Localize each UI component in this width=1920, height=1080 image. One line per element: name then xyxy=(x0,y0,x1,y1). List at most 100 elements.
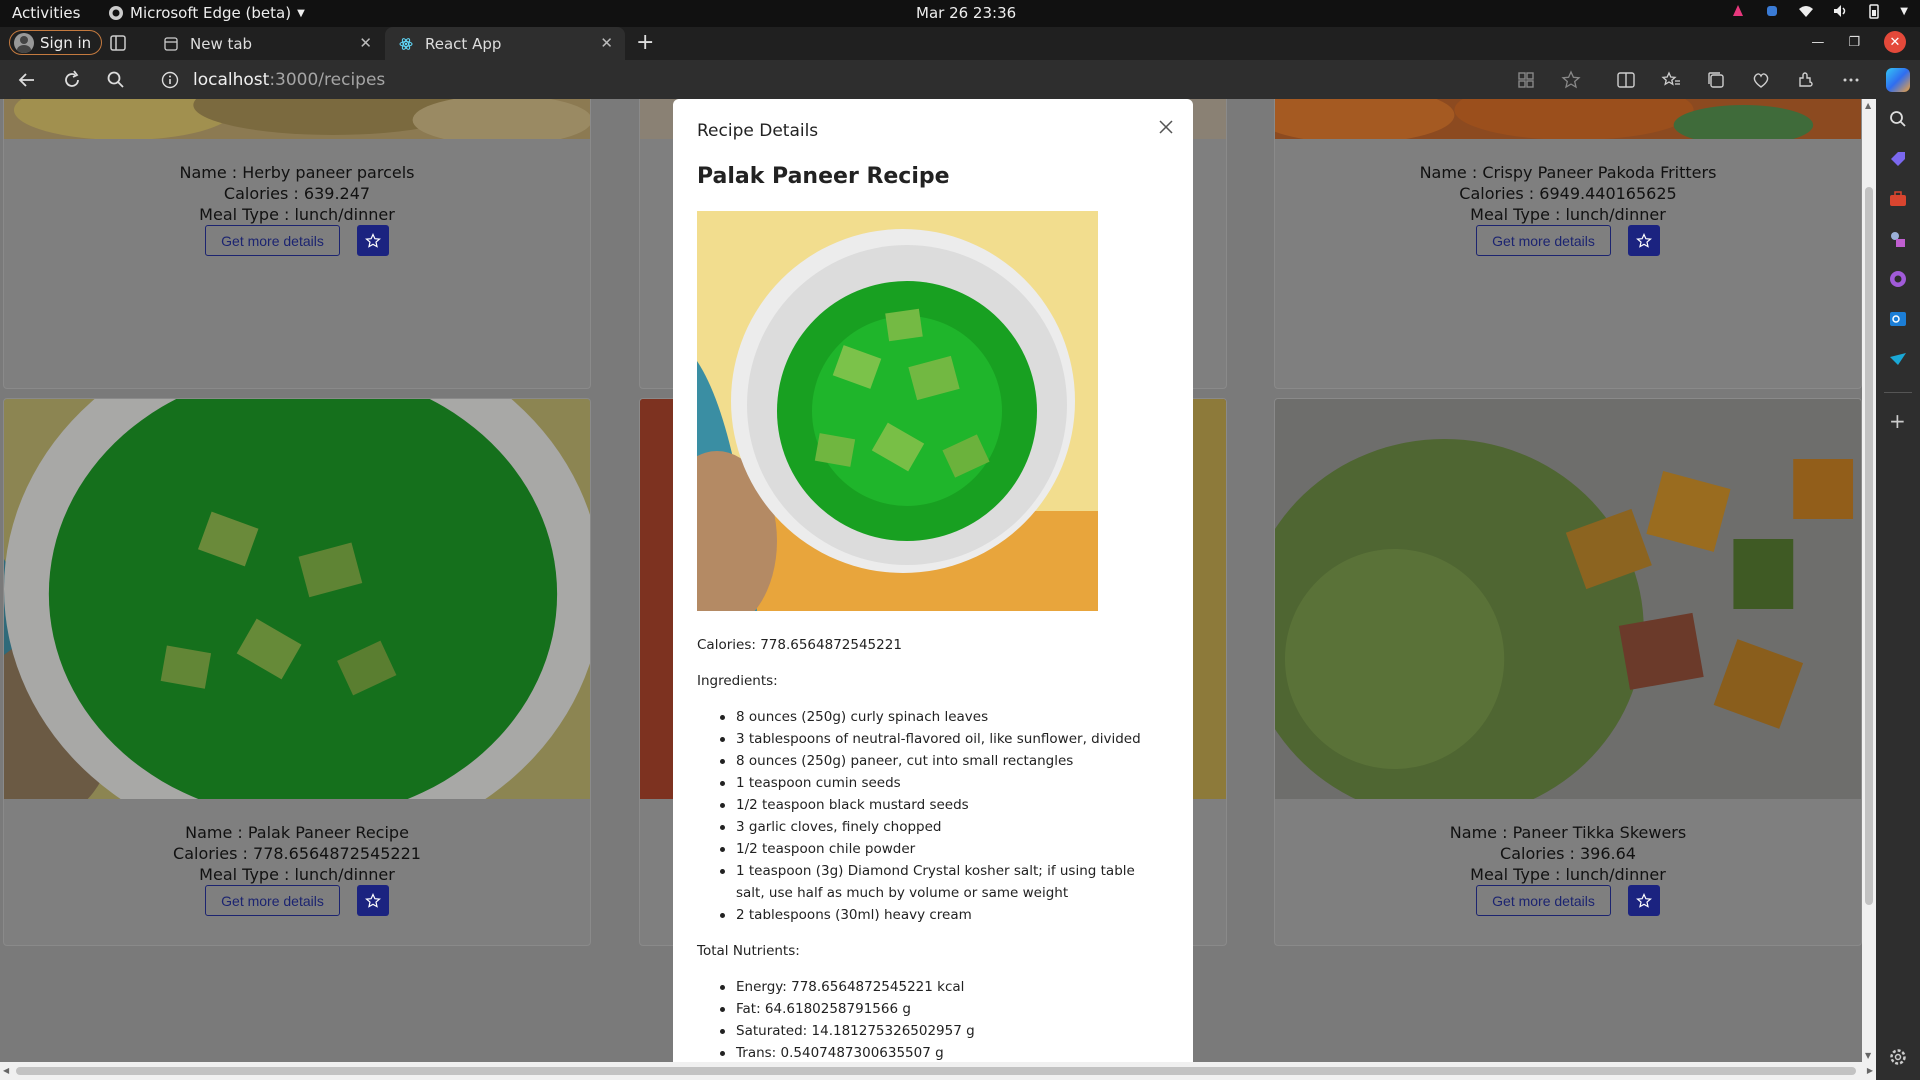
close-window-icon[interactable]: ✕ xyxy=(1884,31,1906,53)
tab-react-app[interactable]: React App ✕ xyxy=(385,27,625,60)
card-actions: Get more details xyxy=(1275,885,1861,916)
recipe-title: Palak Paneer Recipe xyxy=(697,164,950,189)
system-top-bar: Activities Microsoft Edge (beta) ▼ Mar 2… xyxy=(0,0,1920,27)
modal-title: Recipe Details xyxy=(697,121,819,141)
get-more-details-button[interactable]: Get more details xyxy=(1476,885,1611,916)
recipe-calories: Calories : 6949.440165625 xyxy=(1459,184,1677,203)
tools-icon[interactable] xyxy=(1888,189,1908,209)
ingredient-item: 3 garlic cloves, finely chopped xyxy=(720,816,1167,838)
search-icon[interactable] xyxy=(105,69,127,91)
recipe-calories: Calories: 778.6564872545221 xyxy=(697,637,902,653)
url-path: :3000/recipes xyxy=(269,69,386,90)
close-tab-icon[interactable]: ✕ xyxy=(600,34,613,52)
tab-actions-icon[interactable] xyxy=(108,33,128,53)
recipe-meal-type: Meal Type : lunch/dinner xyxy=(199,865,395,884)
collections-icon[interactable] xyxy=(1706,70,1726,90)
games-icon[interactable] xyxy=(1888,229,1908,249)
microsoft-365-icon[interactable] xyxy=(1888,269,1908,289)
address-bar[interactable]: localhost:3000/recipes xyxy=(147,63,1249,96)
tab-label: New tab xyxy=(190,34,253,53)
favorite-button[interactable] xyxy=(1627,225,1660,256)
outlook-icon[interactable] xyxy=(1888,309,1908,329)
recipe-info: Name : Palak Paneer Recipe Calories : 77… xyxy=(4,822,590,885)
system-tray[interactable]: ▼ xyxy=(1730,3,1908,19)
copilot-icon[interactable] xyxy=(1886,67,1910,92)
recipe-card: Name : Palak Paneer Recipe Calories : 77… xyxy=(3,398,591,946)
app-available-icon[interactable] xyxy=(1516,70,1536,90)
recipe-image xyxy=(697,211,1098,611)
settings-gear-icon[interactable] xyxy=(1888,1047,1908,1067)
ingredients-list: 8 ounces (250g) curly spinach leaves 3 t… xyxy=(720,706,1167,926)
scrollbar-thumb[interactable] xyxy=(16,1067,1856,1075)
star-icon xyxy=(1635,232,1652,248)
star-icon xyxy=(1635,892,1652,908)
recipe-info: Name : Herby paneer parcels Calories : 6… xyxy=(4,162,590,225)
favorite-button[interactable] xyxy=(356,225,389,256)
close-icon[interactable] xyxy=(1158,119,1174,135)
nutrient-item: Fat: 64.6180258791566 g xyxy=(720,998,1167,1020)
recipe-card: Name : Paneer Tikka Skewers Calories : 3… xyxy=(1274,398,1862,946)
add-icon[interactable]: + xyxy=(1889,409,1906,433)
ingredient-item: 1 teaspoon cumin seeds xyxy=(720,772,1167,794)
favorite-star-icon[interactable] xyxy=(1561,69,1581,90)
avatar xyxy=(14,32,34,53)
search-icon[interactable] xyxy=(1888,109,1908,129)
more-options-icon[interactable] xyxy=(1841,70,1861,90)
recipe-name: Name : Crispy Paneer Pakoda Fritters xyxy=(1419,163,1717,182)
browser-toolbar: localhost:3000/recipes xyxy=(0,60,1920,99)
refresh-icon[interactable] xyxy=(61,69,83,91)
recipe-meal-type: Meal Type : lunch/dinner xyxy=(1470,205,1666,224)
recipe-photo xyxy=(1275,99,1861,139)
window-controls: — ❐ ✕ xyxy=(1811,31,1906,53)
info-icon[interactable] xyxy=(161,71,179,89)
favorite-button[interactable] xyxy=(1627,885,1660,916)
recipe-card: Name : Crispy Paneer Pakoda Fritters Cal… xyxy=(1274,99,1862,389)
ingredients-label: Ingredients: xyxy=(697,673,778,689)
extensions-icon[interactable] xyxy=(1796,70,1816,90)
shopping-icon[interactable] xyxy=(1888,149,1908,169)
scroll-up-arrow-icon[interactable]: ▲ xyxy=(1865,101,1871,110)
toolbar-actions xyxy=(1491,60,1920,99)
nutrient-item: Energy: 778.6564872545221 kcal xyxy=(720,976,1167,998)
vertical-scrollbar[interactable]: ▲ ▼ xyxy=(1862,99,1876,1062)
ingredient-item: 1/2 teaspoon black mustard seeds xyxy=(720,794,1167,816)
new-tab-button[interactable]: + xyxy=(636,30,654,55)
browser-essentials-icon[interactable] xyxy=(1751,70,1771,90)
close-tab-icon[interactable]: ✕ xyxy=(359,34,372,52)
recipe-photo xyxy=(4,99,590,139)
battery-icon xyxy=(1869,4,1880,19)
horizontal-scrollbar[interactable]: ◀ ▶ xyxy=(0,1062,1876,1080)
favorite-button[interactable] xyxy=(356,885,389,916)
tab-new-tab[interactable]: New tab ✕ xyxy=(150,27,384,60)
favorites-icon[interactable] xyxy=(1661,70,1681,90)
clock[interactable]: Mar 26 23:36 xyxy=(916,4,1016,22)
recipe-calories: Calories : 639.247 xyxy=(223,184,371,203)
recipe-info: Name : Crispy Paneer Pakoda Fritters Cal… xyxy=(1275,162,1861,225)
tab-strip: Sign in New tab ✕ React App ✕ + — ❐ ✕ xyxy=(0,27,1920,60)
scroll-down-arrow-icon[interactable]: ▼ xyxy=(1865,1051,1871,1060)
ingredient-item: 8 ounces (250g) paneer, cut into small r… xyxy=(720,750,1167,772)
chevron-down-icon: ▼ xyxy=(297,7,305,19)
get-more-details-button[interactable]: Get more details xyxy=(205,885,340,916)
activities-button[interactable]: Activities xyxy=(12,4,80,22)
nutrient-item: Saturated: 14.181275326502957 g xyxy=(720,1020,1167,1042)
ingredient-item: 1/2 teaspoon chile powder xyxy=(720,838,1167,860)
sign-in-button[interactable]: Sign in xyxy=(9,30,103,55)
scroll-right-arrow-icon[interactable]: ▶ xyxy=(1867,1066,1873,1075)
card-actions: Get more details xyxy=(4,225,590,256)
minimize-icon[interactable]: — xyxy=(1811,35,1824,50)
drop-icon[interactable] xyxy=(1888,349,1908,369)
scroll-left-arrow-icon[interactable]: ◀ xyxy=(3,1066,9,1075)
recipe-meal-type: Meal Type : lunch/dinner xyxy=(199,205,395,224)
get-more-details-button[interactable]: Get more details xyxy=(205,225,340,256)
recipe-card: Name : Herby paneer parcels Calories : 6… xyxy=(3,99,591,389)
tab-label: React App xyxy=(425,34,502,53)
scrollbar-thumb[interactable] xyxy=(1865,187,1873,905)
split-screen-icon[interactable] xyxy=(1616,70,1636,90)
extension-tray-icon xyxy=(1767,6,1778,16)
get-more-details-button[interactable]: Get more details xyxy=(1476,225,1611,256)
app-menu[interactable]: Microsoft Edge (beta) ▼ xyxy=(108,4,305,22)
back-arrow-icon[interactable] xyxy=(16,69,38,91)
new-tab-page-icon xyxy=(164,36,178,51)
restore-icon[interactable]: ❐ xyxy=(1848,35,1860,50)
